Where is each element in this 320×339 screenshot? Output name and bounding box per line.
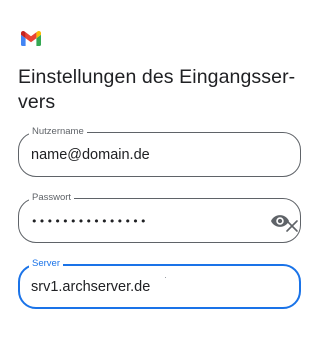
username-field[interactable]: Nutzername name@domain.de (18, 126, 301, 177)
close-icon[interactable] (285, 219, 299, 233)
text-cursor-mark (165, 277, 166, 278)
password-value[interactable]: ••••••••••••••• (31, 213, 148, 231)
page-title-text: Einstellungen des Eingangsser-vers (18, 66, 296, 113)
server-label: Server (29, 258, 63, 270)
server-value[interactable]: srv1.archserver.de (31, 278, 150, 296)
password-field[interactable]: Passwort ••••••••••••••• (18, 192, 301, 243)
username-label: Nutzername (29, 126, 87, 138)
page-title: Einstellungen des Eingangsser-vers (18, 65, 308, 115)
password-label: Passwort (29, 192, 75, 204)
username-value[interactable]: name@domain.de (31, 146, 150, 164)
server-field[interactable]: Server srv1.archserver.de (18, 258, 301, 309)
gmail-logo-icon (21, 31, 41, 46)
incoming-server-settings-screen: Einstellungen des Eingangsser-vers Nutze… (0, 0, 320, 339)
